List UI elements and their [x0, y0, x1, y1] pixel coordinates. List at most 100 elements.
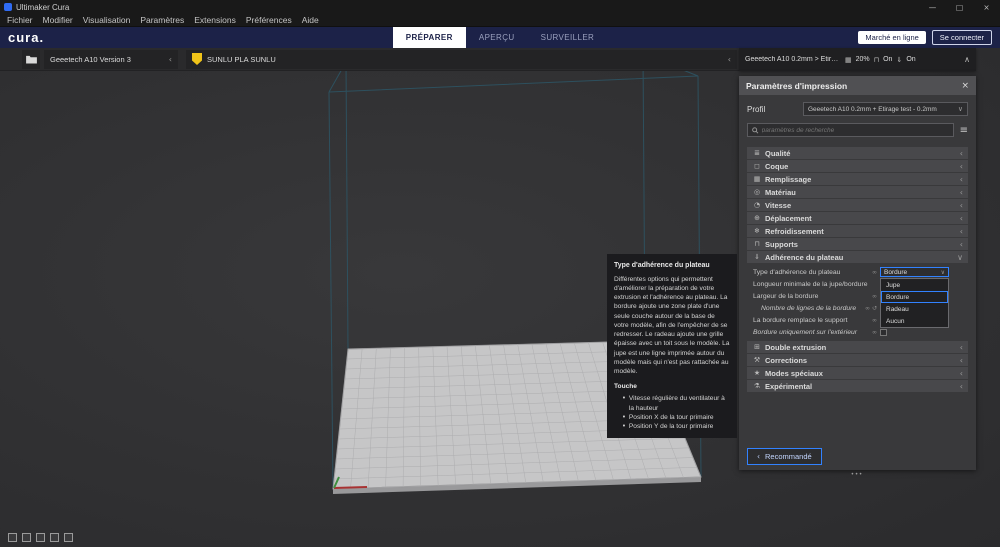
chevron-left-icon: ‹ — [960, 356, 963, 365]
category-supports[interactable]: ⊓ Supports ‹ — [747, 238, 968, 250]
menu-visualisation[interactable]: Visualisation — [78, 15, 136, 25]
category-materiau[interactable]: ◎ Matériau ‹ — [747, 186, 968, 198]
profile-select[interactable]: Geeetech A10 0.2mm + Etirage test - 0.2m… — [803, 102, 968, 116]
chevron-left-icon: ‹ — [960, 369, 963, 378]
menu-parametres[interactable]: Paramètres — [135, 15, 189, 25]
printer-selector[interactable]: Geeetech A10 Version 3 ‹ — [44, 50, 178, 69]
window-titlebar: Ultimaker Cura — □ × — [0, 0, 1000, 14]
chevron-left-icon: ‹ — [960, 227, 963, 236]
chevron-left-icon: ‹ — [960, 382, 963, 391]
adhesion-icon: ⇓ — [752, 253, 762, 261]
category-deplacement[interactable]: ⊕ Déplacement ‹ — [747, 212, 968, 224]
infill-icon: ▦ — [752, 175, 762, 183]
reset-icon[interactable]: ↺ — [872, 305, 877, 312]
stage-tabs: PRÉPARER APERÇU SURVEILLER — [0, 27, 1000, 48]
category-refroidissement[interactable]: ❄ Refroidissement ‹ — [747, 225, 968, 237]
settings-visibility-menu-icon[interactable]: ≡ — [960, 125, 968, 136]
menu-fichier[interactable]: Fichier — [2, 15, 38, 25]
chevron-left-icon: ‹ — [960, 188, 963, 197]
marketplace-button[interactable]: Marché en ligne — [858, 31, 925, 44]
sign-in-button[interactable]: Se connecter — [932, 30, 992, 45]
chevron-left-icon: ‹ — [728, 55, 731, 64]
panel-header: Paramètres d'impression × — [739, 76, 976, 95]
tab-preparer[interactable]: PRÉPARER — [393, 27, 466, 48]
close-panel-icon[interactable]: × — [961, 81, 969, 91]
category-remplissage[interactable]: ▦ Remplissage ‹ — [747, 173, 968, 185]
setting-adhesion-type[interactable]: Type d'adhérence du plateau ∞ Bordure ∨ — [747, 266, 968, 278]
view-front-icon[interactable] — [22, 533, 31, 542]
mesh-fixes-icon: ⚒ — [752, 356, 762, 364]
print-settings-panel: Paramètres d'impression × Profil Geeetec… — [739, 76, 976, 470]
bullet-icon: • — [622, 394, 626, 412]
tooltip-bullet: • Position X de la tour primaire — [614, 413, 730, 422]
chevron-left-icon: ‹ — [960, 201, 963, 210]
infill-value: 20% — [856, 56, 870, 63]
chevron-left-icon: ‹ — [757, 452, 760, 461]
tooltip-body: Différentes options qui permettent d'amé… — [614, 275, 730, 376]
minimize-button[interactable]: — — [919, 0, 946, 14]
category-vitesse[interactable]: ◔ Vitesse ‹ — [747, 199, 968, 211]
experimental-icon: ⚗ — [752, 382, 762, 390]
material-shield-icon — [192, 53, 202, 65]
support-state: On — [883, 56, 892, 63]
close-window-button[interactable]: × — [973, 0, 1000, 14]
option-bordure[interactable]: Bordure — [881, 291, 948, 303]
link-icon: ∞ — [872, 269, 877, 276]
view-right-icon[interactable] — [64, 533, 73, 542]
link-icon: ∞ — [865, 305, 870, 312]
adhesion-type-select[interactable]: Bordure ∨ — [880, 267, 949, 277]
special-modes-icon: ★ — [752, 369, 762, 377]
x-axis-indicator — [334, 487, 367, 488]
chevron-up-icon[interactable]: ∧ — [964, 55, 970, 64]
summary-profile-text: Geeetech A10 0.2mm > Etirage test 0... — [745, 56, 841, 63]
open-file-button[interactable] — [22, 50, 40, 69]
adhesion-icon: ⇓ — [896, 56, 902, 64]
menu-extensions[interactable]: Extensions — [189, 15, 241, 25]
setting-tooltip: Type d'adhérence du plateau Différentes … — [607, 254, 737, 438]
cura-logo: cura. — [8, 30, 44, 45]
chevron-down-icon: ∨ — [958, 105, 963, 113]
search-icon — [752, 127, 759, 134]
settings-search[interactable] — [747, 123, 954, 137]
dual-extrusion-icon: ⊞ — [752, 343, 762, 351]
category-coque[interactable]: ◻ Coque ‹ — [747, 160, 968, 172]
chevron-down-icon: ∨ — [957, 253, 963, 262]
option-aucun[interactable]: Aucun — [881, 315, 948, 327]
category-adherence[interactable]: ⇓ Adhérence du plateau ∨ — [747, 251, 968, 263]
panel-resize-handle[interactable]: ••• — [739, 472, 976, 478]
category-corrections[interactable]: ⚒ Corrections ‹ — [747, 354, 968, 366]
tooltip-title: Type d'adhérence du plateau — [614, 261, 730, 271]
speed-icon: ◔ — [752, 201, 762, 209]
workspace: Geeetech A10 Version 3 ‹ SUNLU PLA SUNLU… — [0, 48, 1000, 547]
chevron-left-icon: ‹ — [960, 240, 963, 249]
view-tools — [8, 533, 73, 542]
print-settings-summary[interactable]: Geeetech A10 0.2mm > Etirage test 0... ▦… — [739, 48, 976, 71]
view-top-icon[interactable] — [36, 533, 45, 542]
tab-apercu[interactable]: APERÇU — [466, 27, 528, 48]
folder-icon — [26, 55, 37, 64]
cooling-icon: ❄ — [752, 227, 762, 235]
app-icon — [4, 3, 12, 11]
category-experimental[interactable]: ⚗ Expérimental ‹ — [747, 380, 968, 392]
material-selector[interactable]: SUNLU PLA SUNLU ‹ — [186, 50, 737, 69]
category-double-extrusion[interactable]: ⊞ Double extrusion ‹ — [747, 341, 968, 353]
category-qualite[interactable]: ≣ Qualité ‹ — [747, 147, 968, 159]
link-icon: ∞ — [872, 317, 877, 324]
category-modes-speciaux[interactable]: ★ Modes spéciaux ‹ — [747, 367, 968, 379]
view-3d-icon[interactable] — [8, 533, 17, 542]
travel-icon: ⊕ — [752, 214, 762, 222]
tab-surveiller[interactable]: SURVEILLER — [528, 27, 608, 48]
brim-outside-only-checkbox[interactable] — [880, 329, 887, 336]
view-left-icon[interactable] — [50, 533, 59, 542]
tooltip-bullet: • Vitesse régulière du ventilateur à la … — [614, 394, 730, 412]
bullet-icon: • — [622, 413, 626, 422]
recommended-button[interactable]: ‹ Recommandé — [747, 448, 822, 465]
option-radeau[interactable]: Radeau — [881, 303, 948, 315]
menu-aide[interactable]: Aide — [297, 15, 324, 25]
chevron-left-icon: ‹ — [960, 149, 963, 158]
search-input[interactable] — [762, 127, 949, 134]
menu-preferences[interactable]: Préférences — [241, 15, 297, 25]
option-jupe[interactable]: Jupe — [881, 279, 948, 291]
menu-modifier[interactable]: Modifier — [38, 15, 78, 25]
maximize-button[interactable]: □ — [946, 0, 973, 14]
